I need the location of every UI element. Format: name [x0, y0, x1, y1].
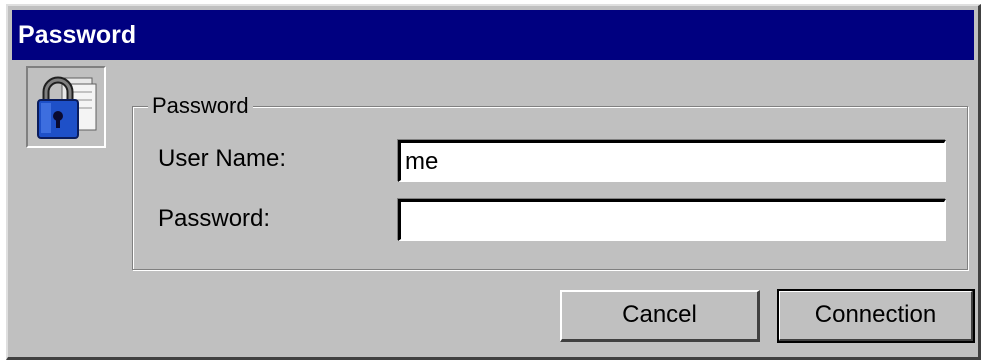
lock-icon [26, 66, 106, 148]
user-name-label: User Name: [158, 145, 287, 172]
dialog-title: Password [12, 10, 974, 60]
lock-icon-graphic [37, 76, 97, 139]
cancel-button[interactable]: Cancel [560, 290, 760, 342]
password-input[interactable] [398, 199, 946, 241]
user-name-input[interactable] [398, 140, 946, 182]
connection-button[interactable]: Connection [777, 289, 975, 343]
password-groupbox [132, 106, 968, 270]
password-label: Password: [158, 205, 271, 232]
groupbox-legend: Password [148, 92, 253, 120]
